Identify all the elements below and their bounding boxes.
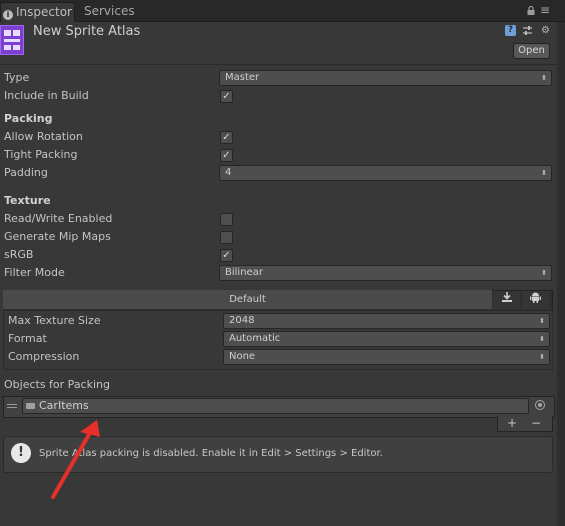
object-field-caritems[interactable]: CarItems xyxy=(22,398,529,414)
preset-icon[interactable] xyxy=(522,25,533,36)
help-icon[interactable]: ? xyxy=(505,25,516,36)
srgb-checkbox[interactable]: ✓ xyxy=(220,249,233,262)
tight-packing-label: Tight Packing xyxy=(4,148,78,161)
help-message: Sprite Atlas packing is disabled. Enable… xyxy=(39,448,383,459)
tab-services-label: Services xyxy=(84,4,135,18)
generate-mip-maps-checkbox[interactable] xyxy=(220,231,233,244)
allow-rotation-checkbox[interactable]: ✓ xyxy=(220,131,233,144)
remove-button[interactable]: − xyxy=(531,416,541,430)
padding-value: 4 xyxy=(225,167,232,178)
compression-dropdown[interactable]: None ⬍ xyxy=(223,349,550,365)
warning-icon: ! xyxy=(11,443,31,463)
drag-handle-icon[interactable] xyxy=(7,404,17,405)
max-texture-size-value: 2048 xyxy=(229,315,255,326)
tight-packing-checkbox[interactable]: ✓ xyxy=(220,149,233,162)
compression-label: Compression xyxy=(8,350,80,363)
padding-label: Padding xyxy=(4,166,48,179)
android-icon[interactable] xyxy=(522,291,549,309)
max-texture-size-label: Max Texture Size xyxy=(8,314,101,327)
srgb-label: sRGB xyxy=(4,248,34,261)
dropdown-arrow-icon: ⬍ xyxy=(539,335,545,343)
filter-mode-dropdown[interactable]: Bilinear ⬍ xyxy=(219,265,552,281)
objects-for-packing-label: Objects for Packing xyxy=(4,378,110,391)
tab-services[interactable]: Services xyxy=(76,2,154,21)
format-value: Automatic xyxy=(229,333,281,344)
header-divider xyxy=(0,64,557,65)
filter-mode-label: Filter Mode xyxy=(4,266,65,279)
object-picker-icon[interactable] xyxy=(535,400,545,410)
format-label: Format xyxy=(8,332,47,345)
list-add-remove: + − xyxy=(497,416,553,432)
type-label: Type xyxy=(4,71,30,84)
sprite-atlas-icon xyxy=(0,25,24,55)
texture-header: Texture xyxy=(4,194,51,207)
packing-header: Packing xyxy=(4,112,53,125)
type-dropdown[interactable]: Master ⬍ xyxy=(219,70,552,86)
max-texture-size-dropdown[interactable]: 2048 ⬍ xyxy=(223,313,550,329)
dropdown-arrow-icon: ⬍ xyxy=(541,74,547,82)
type-value: Master xyxy=(225,72,260,83)
asset-title: New Sprite Atlas xyxy=(33,24,141,39)
dropdown-arrow-icon: ⬍ xyxy=(541,169,547,177)
include-in-build-checkbox[interactable]: ✓ xyxy=(220,90,233,103)
filter-mode-value: Bilinear xyxy=(225,267,263,278)
open-button[interactable]: Open xyxy=(513,43,550,59)
lock-icon[interactable] xyxy=(527,5,535,15)
format-dropdown[interactable]: Automatic ⬍ xyxy=(223,331,550,347)
dropdown-arrow-icon: ⬍ xyxy=(541,269,547,277)
dropdown-arrow-icon: ⬍ xyxy=(539,353,545,361)
read-write-checkbox[interactable] xyxy=(220,213,233,226)
compression-value: None xyxy=(229,351,256,362)
generate-mip-maps-label: Generate Mip Maps xyxy=(4,230,111,243)
platform-tab-default[interactable]: Default xyxy=(3,290,492,309)
info-icon: i xyxy=(3,10,13,20)
add-button[interactable]: + xyxy=(507,416,517,430)
folder-icon xyxy=(26,403,35,409)
tab-inspector-label: Inspector xyxy=(16,5,72,19)
include-in-build-label: Include in Build xyxy=(4,89,89,102)
tab-inspector[interactable]: i Inspector xyxy=(0,2,75,22)
object-field-value: CarItems xyxy=(39,399,89,412)
gear-icon[interactable]: ⚙ xyxy=(540,25,551,36)
menu-icon[interactable]: ≡ xyxy=(540,4,550,16)
download-icon[interactable] xyxy=(493,291,520,309)
allow-rotation-label: Allow Rotation xyxy=(4,130,83,143)
dropdown-arrow-icon: ⬍ xyxy=(539,317,545,325)
scrollbar[interactable] xyxy=(557,22,565,526)
padding-dropdown[interactable]: 4 ⬍ xyxy=(219,165,552,181)
read-write-label: Read/Write Enabled xyxy=(4,212,113,225)
